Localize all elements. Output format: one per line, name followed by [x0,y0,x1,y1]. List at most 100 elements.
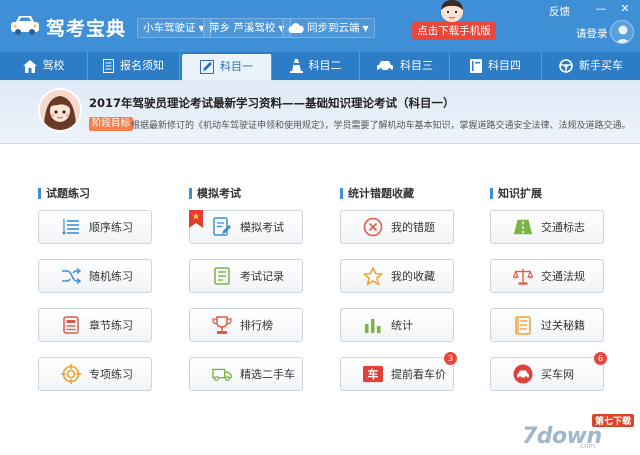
mock-exam-button[interactable]: 模拟考试 [189,210,303,244]
my-wrong-answers-button[interactable]: 我的错题 [340,210,454,244]
nav-label: 驾校 [42,59,65,72]
car-icon [377,61,393,72]
vehicle-type-dropdown[interactable]: 小车驾驶证 ▼ [137,18,211,38]
notification-badge: 3 [444,352,457,365]
tile-label: 顺序练习 [89,221,133,234]
download-mobile-button[interactable]: 点击下载手机版 [412,22,496,40]
nav-label: 科目四 [488,59,521,72]
leaderboard-button[interactable]: 排行榜 [189,308,303,342]
column-header-stats: 统计错题收藏 [340,185,414,201]
car-price-button[interactable]: 车 提前看车价 3 [340,352,457,391]
traffic-signs-button[interactable]: 交通标志 [490,210,604,244]
minimize-button[interactable]: — [594,2,608,15]
title-bar: 驾考宝典 小车驾驶证 ▼ 萍乡 芦溪驾校 ▼ 同步到云端 ▼ 点击下载手机版 反馈 —… [0,0,640,52]
exam-record-button[interactable]: 考试记录 [189,259,303,293]
exam-icon [212,217,232,237]
column-title: 模拟考试 [197,187,241,200]
nav-tab-registration[interactable]: 报名须知 [88,52,180,80]
nav-tab-buy-car[interactable]: 新手买车 [542,52,640,80]
mascot-icon [441,0,463,22]
nav-tab-subject-one[interactable]: 科目一 [182,54,272,80]
sync-cloud-button[interactable]: 同步到云端 ▼ [282,18,375,38]
watermark: 第七下载 7down .com [516,412,638,452]
bar-chart-icon [363,315,383,335]
nav-tab-subject-two[interactable]: 科目二 [272,52,360,80]
tile-label: 排行榜 [240,319,273,332]
header-accent-bar [38,187,41,199]
banner-title: 2017年驾驶员理论考试最新学习资料——基础知识理论考试（科目一） [89,96,455,110]
tile-label: 考试记录 [240,270,284,283]
buy-car-icon [513,364,533,384]
instructor-avatar [38,88,82,132]
close-button[interactable]: ✕ [618,2,632,15]
target-icon [61,364,81,384]
column-title: 知识扩展 [498,187,542,200]
nav-tab-subject-three[interactable]: 科目三 [360,52,450,80]
tile-label: 专项练习 [89,368,133,381]
tile-label: 我的错题 [391,221,435,234]
tile-label: 提前看车价 [391,368,446,381]
random-practice-button[interactable]: 随机练习 [38,259,152,293]
truck-icon [212,364,232,384]
buy-car-site-button[interactable]: 买车网 6 [490,352,607,391]
user-avatar[interactable] [610,20,634,44]
car-price-icon: 车 [363,364,383,384]
tile-label: 过关秘籍 [541,319,585,332]
column-header-mock-exam: 模拟考试 [189,185,241,201]
chapter-icon [61,315,81,335]
nav-tab-school[interactable]: 驾校 [0,52,88,80]
banner-description: 根据最新修订的《机动车驾驶证申领和使用规定》，学员需要了解机动车基本知识，掌握道… [131,121,631,131]
road-sign-icon [513,217,533,237]
pass-tips-button[interactable]: 过关秘籍 [490,308,604,342]
nav-label: 报名须知 [120,59,164,72]
main-nav: 驾校 报名须知 科目一 科目二 科目三 科目四 新手买车 [0,52,640,80]
watermark-sub: .com [578,442,596,450]
my-favorites-button[interactable]: 我的收藏 [340,259,454,293]
list-icon [61,217,81,237]
main-content: 试题练习 模拟考试 统计错题收藏 知识扩展 顺序练习 随机练习 章节练习 专项练… [0,145,640,455]
flag-ribbon-icon [189,210,203,228]
column-title: 试题练习 [46,187,90,200]
app-window: 驾考宝典 小车驾驶证 ▼ 萍乡 芦溪驾校 ▼ 同步到云端 ▼ 点击下载手机版 反馈 —… [0,0,640,455]
tile-label: 交通法规 [541,270,585,283]
car-logo-icon [11,16,39,35]
school-value: 萍乡 芦溪驾校 [209,22,276,34]
vehicle-type-value: 小车驾驶证 [143,22,196,34]
nav-label: 科目一 [220,60,253,73]
sync-label: 同步到云端 [307,22,360,34]
cloud-icon [288,22,304,33]
shuffle-icon [61,266,81,286]
statistics-button[interactable]: 统计 [340,308,454,342]
book-icon [470,59,482,73]
notification-badge: 6 [594,352,607,365]
tile-label: 章节练习 [89,319,133,332]
traffic-laws-button[interactable]: 交通法规 [490,259,604,293]
used-car-button[interactable]: 精选二手车 [189,357,303,391]
sequential-practice-button[interactable]: 顺序练习 [38,210,152,244]
document-icon [103,59,114,73]
traffic-cone-icon [289,59,303,73]
record-icon [212,266,232,286]
login-link[interactable]: 请登录 [576,26,608,41]
nav-label: 科目二 [308,59,342,72]
special-practice-button[interactable]: 专项练习 [38,357,152,391]
tile-label: 我的收藏 [391,270,435,283]
nav-tab-subject-four[interactable]: 科目四 [450,52,542,80]
user-icon [615,25,631,43]
star-icon [363,266,383,286]
stage-goal-badge: 阶段目标 [89,117,134,131]
scales-icon [513,266,533,286]
column-header-knowledge: 知识扩展 [490,185,542,201]
tile-label: 模拟考试 [240,221,284,234]
column-title: 统计错题收藏 [348,187,414,200]
feedback-link[interactable]: 反馈 [549,4,570,19]
school-dropdown[interactable]: 萍乡 芦溪驾校 ▼ [203,18,291,38]
header-accent-bar [340,187,343,199]
intro-banner: 2017年驾驶员理论考试最新学习资料——基础知识理论考试（科目一） 阶段目标 根… [0,80,640,144]
wrong-icon [363,217,383,237]
tile-label: 交通标志 [541,221,585,234]
nav-label: 科目三 [400,59,433,72]
girl-avatar-icon [40,90,80,130]
chapter-practice-button[interactable]: 章节练习 [38,308,152,342]
tile-label: 精选二手车 [240,368,295,381]
